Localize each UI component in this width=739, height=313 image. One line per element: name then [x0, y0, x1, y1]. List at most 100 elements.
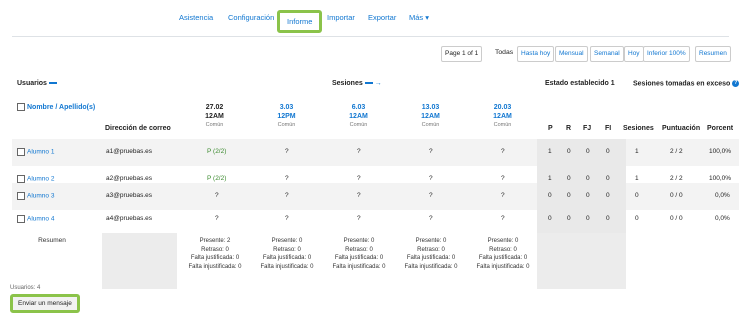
view-hoy-button[interactable]: Hoy	[624, 46, 644, 62]
collapse-dash-icon[interactable]	[364, 82, 373, 85]
summary-label: Resumen	[38, 237, 66, 244]
session-cell: ?	[429, 215, 433, 222]
sessions-taken: 1	[635, 175, 639, 182]
session-date[interactable]: 13.03	[408, 103, 453, 112]
table-row: Alumno 4 a4@pruebas.es ? ? ? ? ? 0 0 0 0…	[12, 206, 739, 233]
help-icon[interactable]: ?	[732, 80, 739, 87]
summary-late: Retraso: 0	[201, 246, 229, 253]
collapse-dash-icon[interactable]	[48, 82, 57, 85]
exceso-label: Sesiones tomadas en exceso	[633, 80, 731, 88]
arrow-right-icon[interactable]: →	[375, 80, 382, 87]
send-message-button[interactable]: Enviar un mensaje	[10, 294, 80, 313]
view-semanal-button[interactable]: Semanal	[590, 46, 624, 62]
view-resumen-button[interactable]: Resumen	[695, 46, 731, 62]
session-header-4[interactable]: 13.03 12AM Común	[408, 103, 453, 130]
summary-present: Presente: 0	[271, 238, 303, 244]
col-r-header: R	[566, 125, 572, 132]
summary-row: Resumen Presente: 2 Retraso: 0 Falta jus…	[12, 233, 739, 289]
session-date[interactable]: 6.03	[336, 103, 381, 112]
row-student[interactable]: Alumno 1	[17, 148, 54, 156]
student-link[interactable]: Alumno 2	[27, 176, 54, 183]
sessions-taken: 0	[635, 215, 639, 222]
percentage: 0,0%	[715, 192, 730, 199]
count-fj: 0	[586, 175, 590, 182]
session-header-2[interactable]: 3.03 12PM Común	[264, 103, 309, 130]
row-student[interactable]: Alumno 4	[17, 215, 54, 223]
session-type: Común	[205, 122, 224, 128]
nombre-sort-link[interactable]: Nombre / Apellido(s)	[27, 104, 95, 111]
usuarios-header: Usuarios	[17, 80, 57, 87]
page-indicator-button[interactable]: Page 1 of 1	[441, 46, 483, 62]
session-time[interactable]: 12AM	[480, 112, 525, 121]
session-date[interactable]: 20.03	[480, 103, 525, 112]
select-all-checkbox[interactable]	[17, 103, 25, 111]
score: 0 / 0	[670, 192, 683, 199]
session-header-3[interactable]: 6.03 12AM Común	[336, 103, 381, 130]
summary-excused: Falta justificada: 0	[334, 255, 384, 261]
view-hasta-hoy-button[interactable]: Hasta hoy	[517, 46, 555, 62]
view-toolbar: Page 1 of 1 Todas Hasta hoy Mensual Sema…	[0, 46, 739, 62]
row-checkbox[interactable]	[17, 148, 25, 156]
session-time[interactable]: 12AM	[336, 112, 381, 121]
tab-exportar[interactable]: Exportar	[368, 13, 396, 22]
count-p: 0	[548, 192, 552, 199]
nombre-sort-header[interactable]: Nombre / Apellido(s)	[17, 103, 95, 111]
summary-unexcused: Falta injustificada: 0	[404, 263, 458, 270]
student-link[interactable]: Alumno 1	[27, 149, 54, 156]
view-mensual-button[interactable]: Mensual	[555, 46, 588, 62]
email-cell: a4@pruebas.es	[106, 215, 152, 222]
tab-informe[interactable]: Informe	[277, 10, 323, 33]
session-time[interactable]: 12PM	[264, 112, 309, 121]
summary-excused: Falta justificada: 0	[190, 255, 240, 261]
session-summary: Presente: 0 Retraso: 0 Falta justificada…	[252, 237, 322, 271]
session-cell: P (2/2)	[207, 148, 227, 155]
col-porcentaje-header: Porcent	[707, 125, 734, 132]
sesiones-header: Sesiones →	[332, 80, 382, 87]
row-student[interactable]: Alumno 2	[17, 175, 54, 183]
row-checkbox[interactable]	[17, 175, 25, 183]
summary-present: Presente: 0	[415, 238, 447, 244]
session-header-1: 27.02 12AM Común	[192, 103, 237, 130]
session-cell: ?	[429, 192, 433, 199]
session-time[interactable]: 12AM	[408, 112, 453, 121]
row-checkbox[interactable]	[17, 192, 25, 200]
sessions-taken: 0	[635, 192, 639, 199]
session-type: Común	[421, 122, 440, 128]
score: 0 / 0	[670, 215, 683, 222]
session-summary: Presente: 0 Retraso: 0 Falta justificada…	[396, 237, 466, 271]
tab-mas[interactable]: Más ▾	[409, 13, 429, 22]
session-cell: ?	[429, 175, 433, 182]
session-cell: ?	[501, 192, 505, 199]
count-fi: 0	[606, 175, 610, 182]
count-r: 0	[567, 175, 571, 182]
student-link[interactable]: Alumno 3	[27, 193, 54, 200]
row-student[interactable]: Alumno 3	[17, 192, 54, 200]
session-header-5[interactable]: 20.03 12AM Común	[480, 103, 525, 130]
tab-asistencia[interactable]: Asistencia	[179, 13, 213, 22]
tab-importar[interactable]: Importar	[327, 13, 355, 22]
summary-late: Retraso: 0	[345, 246, 373, 253]
count-fj: 0	[586, 192, 590, 199]
session-summary: Presente: 2 Retraso: 0 Falta justificada…	[180, 237, 250, 271]
row-checkbox[interactable]	[17, 215, 25, 223]
view-todas[interactable]: Todas	[495, 49, 513, 56]
exceso-header: Sesiones tomadas en exceso ?	[633, 80, 739, 87]
count-p: 1	[548, 148, 552, 155]
count-fj: 0	[586, 148, 590, 155]
session-cell: ?	[285, 175, 289, 182]
percentage: 100,0%	[709, 175, 732, 182]
col-p-header: P	[548, 125, 553, 132]
student-link[interactable]: Alumno 4	[27, 216, 54, 223]
tab-configuracion[interactable]: Configuración	[228, 13, 274, 22]
summary-late: Retraso: 0	[489, 246, 517, 253]
session-cell: ?	[285, 215, 289, 222]
view-inferior-button[interactable]: Inferior 100%	[643, 46, 690, 62]
summary-unexcused: Falta injustificada: 0	[476, 263, 530, 270]
count-fj: 0	[586, 215, 590, 222]
sesiones-label: Sesiones	[332, 80, 363, 87]
score: 2 / 2	[670, 175, 683, 182]
email-cell: a2@pruebas.es	[106, 175, 152, 182]
session-date[interactable]: 3.03	[264, 103, 309, 112]
session-time: 12AM	[205, 113, 224, 120]
session-cell: ?	[357, 215, 361, 222]
